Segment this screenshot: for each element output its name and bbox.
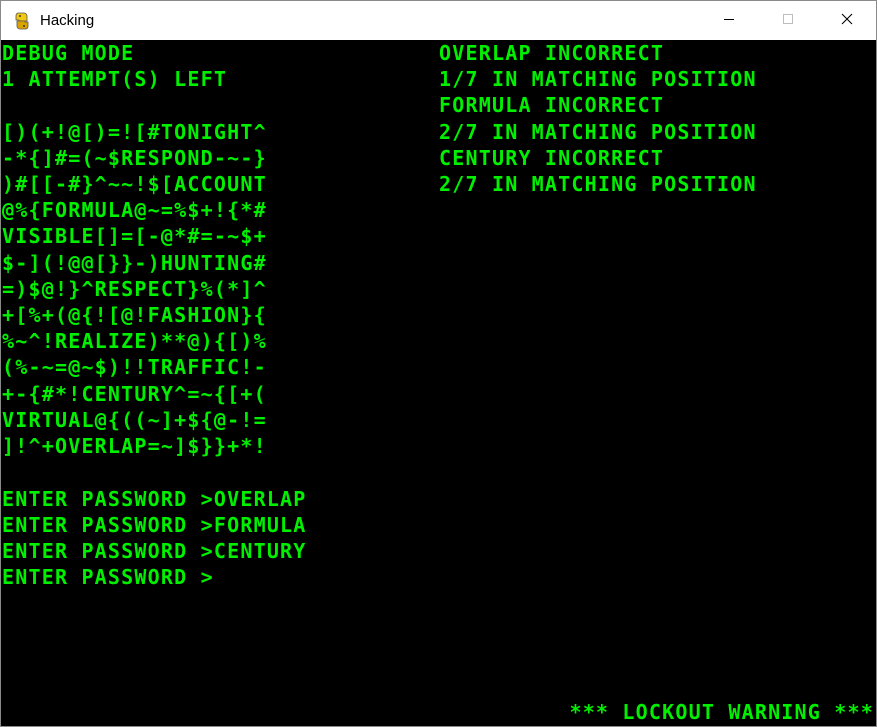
password-attempt-line: ENTER PASSWORD >CENTURY xyxy=(2,539,307,563)
close-icon xyxy=(841,12,853,30)
terminal-screen[interactable]: DEBUG MODE 1 ATTEMPT(S) LEFT [)(+!@[)=![… xyxy=(1,40,876,726)
feedback-line: 1/7 IN MATCHING POSITION xyxy=(439,67,757,91)
memory-line[interactable]: )#[[-#}^~~!$[ACCOUNT xyxy=(2,171,267,197)
minimize-button[interactable] xyxy=(699,1,758,40)
memory-line[interactable]: [)(+!@[)=![#TONIGHT^ xyxy=(2,119,267,145)
maximize-button[interactable] xyxy=(758,1,817,40)
window-controls xyxy=(699,1,876,40)
memory-line[interactable]: =)$@!}^RESPECT}%(*]^ xyxy=(2,276,267,302)
memory-line[interactable]: +-{#*!CENTURY^=~{[+( xyxy=(2,381,267,407)
feedback-line: OVERLAP INCORRECT xyxy=(439,41,665,65)
password-prompt[interactable]: ENTER PASSWORD > xyxy=(2,564,214,590)
memory-line[interactable]: VISIBLE[]=[-@*#=-~$+ xyxy=(2,223,267,249)
feedback-line: FORMULA INCORRECT xyxy=(439,93,665,117)
password-attempt-line: ENTER PASSWORD >OVERLAP xyxy=(2,487,307,511)
memory-line[interactable]: ]!^+OVERLAP=~]$}}+*! xyxy=(2,433,267,459)
minimize-icon xyxy=(723,12,735,30)
feedback-line: 2/7 IN MATCHING POSITION xyxy=(439,172,757,196)
title-bar[interactable]: Hacking xyxy=(1,1,876,40)
python-icon xyxy=(12,11,32,31)
maximize-icon xyxy=(782,12,794,30)
feedback-line: CENTURY INCORRECT xyxy=(439,146,665,170)
memory-line[interactable]: $-](!@@[}}-)HUNTING# xyxy=(2,250,267,276)
close-button[interactable] xyxy=(817,1,876,40)
memory-line[interactable]: @%{FORMULA@~=%$+!{*# xyxy=(2,197,267,223)
feedback-line: 2/7 IN MATCHING POSITION xyxy=(439,120,757,144)
lockout-warning: *** LOCKOUT WARNING *** xyxy=(569,700,874,724)
debug-mode-label: DEBUG MODE xyxy=(2,41,135,65)
memory-line[interactable]: -*{]#=(~$RESPOND-~-} xyxy=(2,145,267,171)
app-window: Hacking DEBUG MODE 1 ATTEMPT(S) LEFT [)(… xyxy=(0,0,877,727)
window-title: Hacking xyxy=(40,12,95,29)
memory-line[interactable]: %~^!REALIZE)**@){[)% xyxy=(2,328,267,354)
memory-line[interactable]: VIRTUAL@{((~]+${@-!= xyxy=(2,407,267,433)
password-attempt-line: ENTER PASSWORD >FORMULA xyxy=(2,513,307,537)
attempts-left-label: 1 ATTEMPT(S) LEFT xyxy=(2,67,228,91)
memory-line[interactable]: (%-~=@~$)!!TRAFFIC!- xyxy=(2,354,267,380)
memory-line[interactable]: +[%+(@{![@!FASHION}{ xyxy=(2,302,267,328)
